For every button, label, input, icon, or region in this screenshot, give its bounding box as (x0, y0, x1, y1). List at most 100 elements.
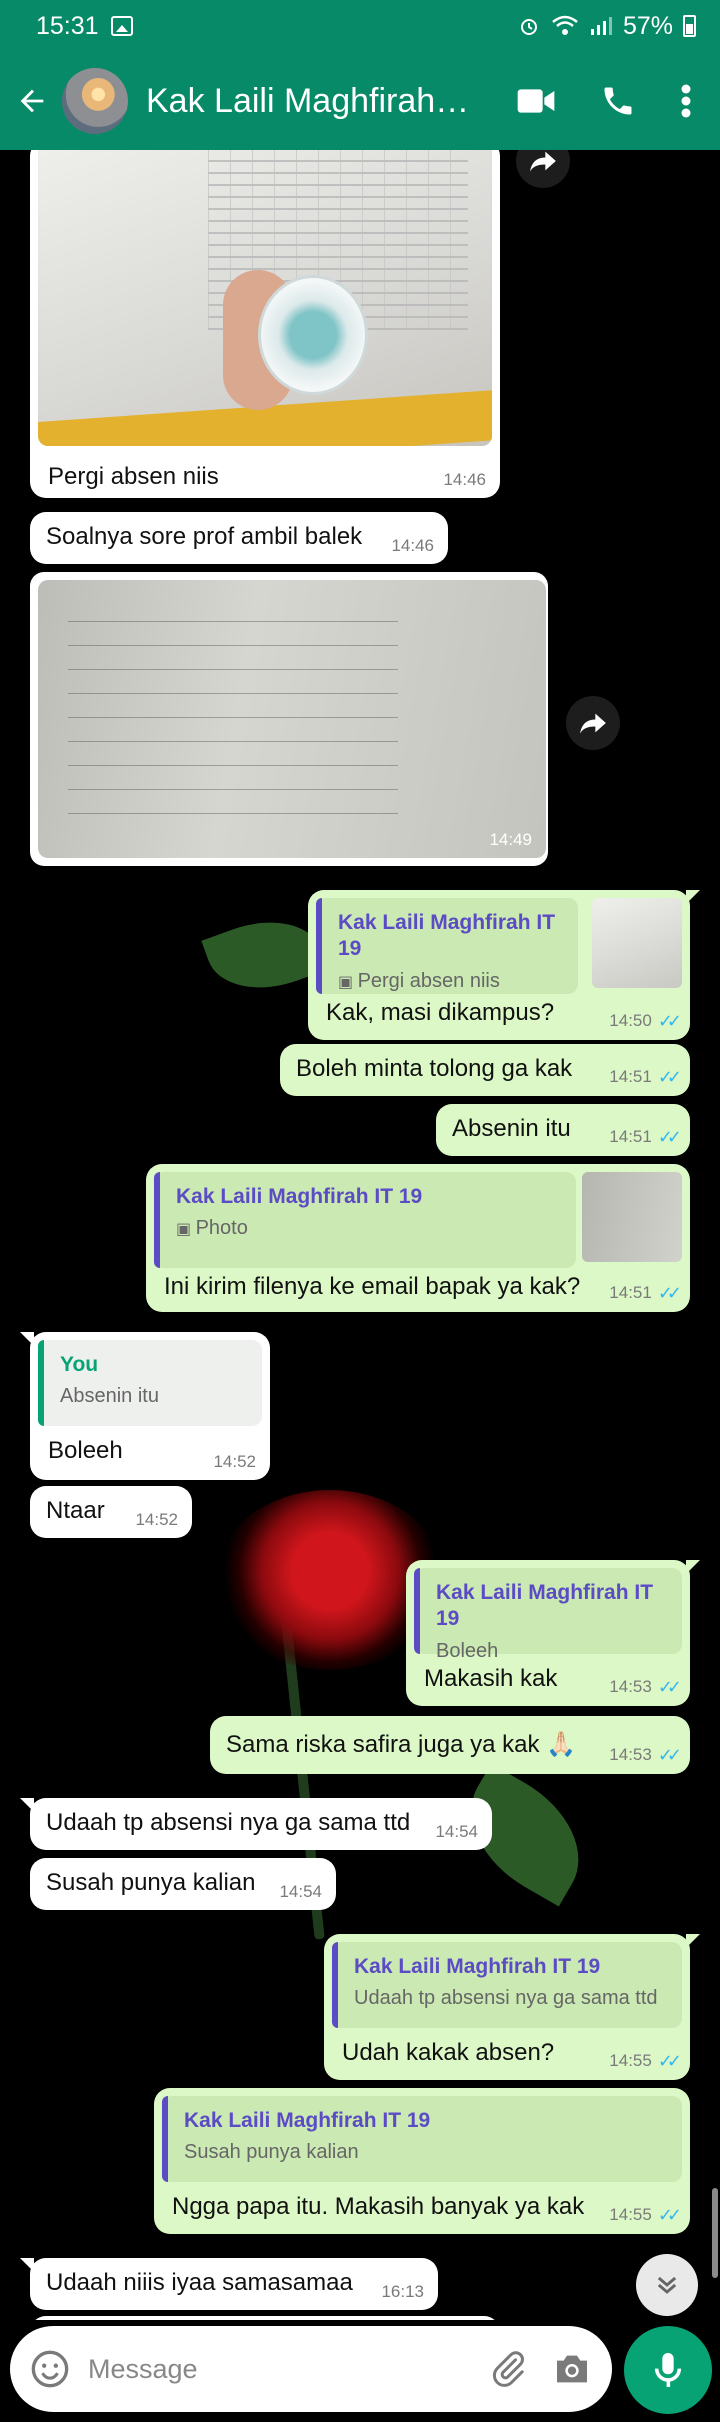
message-time: 14:46 (443, 469, 486, 489)
message-incoming[interactable]: Udaah niiis iyaa samasamaa 16:13 (20, 2258, 438, 2310)
quoted-thumbnail (592, 898, 682, 988)
message-outgoing[interactable]: Absenin itu 14:51 ✓✓ (436, 1104, 690, 1156)
message-text: Kak, masi dikampus? (326, 999, 555, 1026)
quoted-message[interactable]: You Absenin itu (38, 1340, 262, 1426)
chat-area[interactable]: Pergi absen niis 14:46 Soalnya sore prof… (0, 150, 720, 2320)
back-button[interactable] (2, 84, 62, 118)
read-ticks-icon: ✓✓ (657, 1066, 682, 1087)
message-time: 14:49 (489, 829, 532, 849)
quoted-sender: Kak Laili Maghfirah IT 19 (436, 1581, 654, 1631)
image-detail (258, 275, 368, 395)
status-icons: 57% (517, 12, 696, 41)
message-incoming-reply[interactable]: You Absenin itu Boleeh 14:52 (20, 1332, 270, 1480)
wifi-icon (552, 15, 578, 35)
scroll-down-button[interactable] (636, 2254, 698, 2316)
message-time: 14:54 (279, 1881, 322, 1901)
message-text: Boleh minta tolong ga kak (296, 1055, 573, 1082)
message-text: Makasih kak (424, 1665, 558, 1692)
message-outgoing-reply[interactable]: Kak Laili Maghfirah IT 19 Udaah tp absen… (324, 1934, 700, 2080)
message-incoming[interactable]: Udaah tp absensi nya ga sama ttd 14:54 (20, 1798, 492, 1850)
quoted-sender: Kak Laili Maghfirah IT 19 (338, 911, 556, 961)
quoted-sender: Kak Laili Maghfirah IT 19 (184, 2109, 431, 2132)
back-arrow-icon (20, 89, 44, 113)
message-outgoing-reply[interactable]: Kak Laili Maghfirah IT 19 Boleeh Makasih… (406, 1560, 700, 1706)
image-detail (68, 620, 398, 830)
quoted-text: Udaah tp absensi nya ga sama ttd (354, 1987, 658, 2010)
quoted-message[interactable]: Kak Laili Maghfirah IT 19 Susah punya ka… (162, 2096, 682, 2182)
quoted-message[interactable]: Kak Laili Maghfirah IT 19 ▣ Photo (154, 1172, 576, 1268)
message-text: Susah punya kalian (46, 1869, 256, 1896)
forward-icon (530, 151, 556, 172)
scroll-down-icon (657, 2276, 677, 2294)
message-image[interactable] (38, 150, 492, 446)
battery-percent: 57% (622, 11, 673, 40)
camera-icon[interactable] (552, 2349, 592, 2389)
battery-icon (683, 15, 696, 37)
quoted-sender: Kak Laili Maghfirah IT 19 (354, 1955, 601, 1978)
mic-icon (654, 2353, 682, 2387)
message-incoming[interactable]: Susah punya kalian 14:54 (30, 1858, 336, 1910)
message-meta: 14:54 (279, 1881, 322, 1902)
message-meta: 14:52 (213, 1451, 256, 1472)
read-ticks-icon: ✓✓ (657, 2204, 682, 2225)
message-meta: 14:51 ✓✓ (609, 1066, 682, 1089)
message-text: Udah kakak absen? (342, 2039, 555, 2066)
quoted-message[interactable]: Kak Laili Maghfirah IT 19 ▣ Pergi absen … (316, 898, 578, 994)
message-outgoing[interactable]: Sama riska safira juga ya kak 🙏🏻 14:53 ✓✓ (210, 1716, 690, 1774)
avatar[interactable] (62, 68, 128, 134)
message-outgoing[interactable]: Boleh minta tolong ga kak 14:51 ✓✓ (280, 1044, 690, 1096)
message-incoming-image[interactable]: Pergi absen niis 14:46 (30, 150, 500, 498)
photo-icon: ▣ (176, 1221, 196, 1239)
message-text: Absenin itu (452, 1115, 571, 1142)
message-outgoing-reply[interactable]: Kak Laili Maghfirah IT 19 ▣ Pergi absen … (308, 890, 700, 1040)
quoted-message[interactable]: Kak Laili Maghfirah IT 19 Boleeh (414, 1568, 682, 1662)
signal-icon (590, 17, 612, 35)
read-ticks-icon: ✓✓ (657, 1676, 682, 1697)
message-text: Ntaar (46, 1497, 105, 1524)
read-ticks-icon: ✓✓ (657, 1282, 682, 1303)
photo-icon: ▣ (338, 973, 358, 991)
contact-name[interactable]: Kak Laili Maghfirah… (146, 82, 516, 121)
message-incoming[interactable]: Soalnya sore prof ambil balek 14:46 (30, 512, 448, 564)
message-text: Ngga papa itu. Makasih banyak ya kak (172, 2193, 585, 2220)
message-incoming[interactable]: Ntaar 14:52 (30, 1486, 192, 1538)
scrollbar[interactable] (712, 2188, 718, 2278)
mic-button[interactable] (624, 2326, 712, 2414)
more-vert-icon[interactable] (680, 83, 692, 119)
message-time: 14:53 (609, 1745, 652, 1765)
status-bar: 15:31 57% (0, 0, 720, 52)
message-outgoing-reply[interactable]: Kak Laili Maghfirah IT 19 Susah punya ka… (154, 2088, 690, 2234)
read-ticks-icon: ✓✓ (657, 2050, 682, 2071)
message-time: 14:52 (213, 1451, 256, 1471)
message-time: 14:51 (609, 1067, 652, 1087)
quoted-text-value: Pergi absen niis (357, 969, 500, 992)
emoji-icon[interactable] (30, 2349, 70, 2389)
message-input[interactable] (88, 2353, 488, 2385)
message-image[interactable]: 14:49 (38, 580, 546, 858)
phone-icon[interactable] (600, 83, 636, 119)
read-ticks-icon: ✓✓ (657, 1126, 682, 1147)
quoted-text: Boleeh (436, 1639, 499, 1662)
forward-button[interactable] (516, 150, 570, 188)
message-outgoing-reply[interactable]: Kak Laili Maghfirah IT 19 ▣ Photo Ini ki… (146, 1164, 690, 1312)
message-meta: 14:53 ✓✓ (609, 1744, 682, 1767)
attach-icon[interactable] (488, 2349, 528, 2389)
message-meta: 14:50 ✓✓ (609, 1010, 682, 1033)
message-meta: 14:55 ✓✓ (609, 2050, 682, 2073)
message-meta: 16:13 (381, 2281, 424, 2302)
message-meta: 14:53 ✓✓ (609, 1676, 682, 1699)
message-text: Sama riska safira juga ya kak 🙏🏻 (226, 1731, 577, 1758)
message-meta: 14:46 (391, 535, 434, 556)
message-incoming-image[interactable]: 14:49 (30, 572, 548, 866)
message-time: 14:55 (609, 2205, 652, 2225)
quoted-message[interactable]: Kak Laili Maghfirah IT 19 Udaah tp absen… (332, 1942, 682, 2028)
status-time: 15:31 (36, 11, 99, 40)
message-box[interactable] (10, 2326, 612, 2412)
message-time: 14:51 (609, 1127, 652, 1147)
message-time: 14:55 (609, 2051, 652, 2071)
video-call-icon[interactable] (516, 86, 556, 116)
composer-bar (0, 2320, 720, 2422)
read-ticks-icon: ✓✓ (657, 1010, 682, 1031)
message-time: 16:13 (381, 2281, 424, 2301)
forward-button[interactable] (566, 696, 620, 750)
